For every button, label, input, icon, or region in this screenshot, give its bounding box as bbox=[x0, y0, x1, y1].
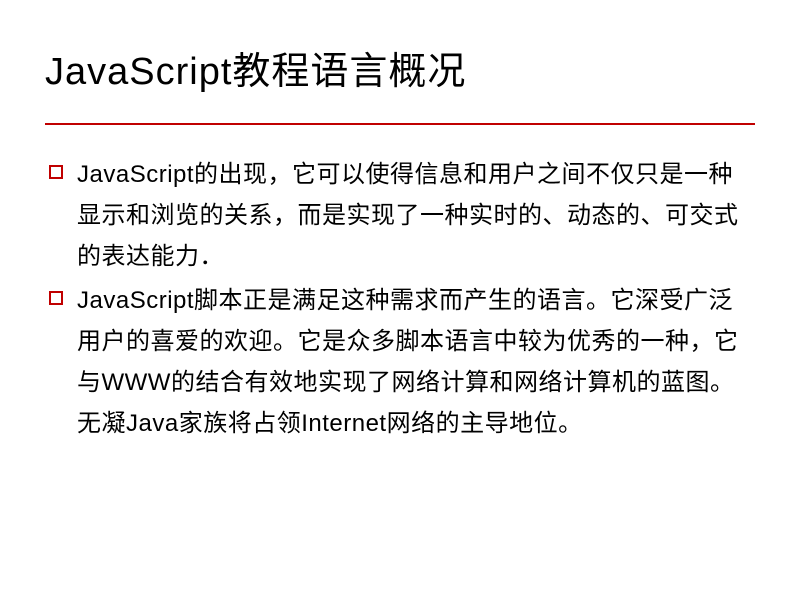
list-item: JavaScript脚本正是满足这种需求而产生的语言。它深受广泛用户的喜爱的欢迎… bbox=[45, 281, 755, 444]
slide-container: JavaScript教程语言概况 JavaScript的出现，它可以使得信息和用… bbox=[0, 0, 800, 600]
bullet-text: JavaScript的出现，它可以使得信息和用户之间不仅只是一种显示和浏览的关系… bbox=[77, 155, 755, 277]
square-bullet-icon bbox=[49, 165, 63, 179]
bullet-list: JavaScript的出现，它可以使得信息和用户之间不仅只是一种显示和浏览的关系… bbox=[45, 155, 755, 445]
title-underline bbox=[45, 123, 755, 125]
square-bullet-icon bbox=[49, 291, 63, 305]
list-item: JavaScript的出现，它可以使得信息和用户之间不仅只是一种显示和浏览的关系… bbox=[45, 155, 755, 277]
slide-title: JavaScript教程语言概况 bbox=[45, 40, 755, 103]
bullet-text: JavaScript脚本正是满足这种需求而产生的语言。它深受广泛用户的喜爱的欢迎… bbox=[77, 281, 755, 444]
